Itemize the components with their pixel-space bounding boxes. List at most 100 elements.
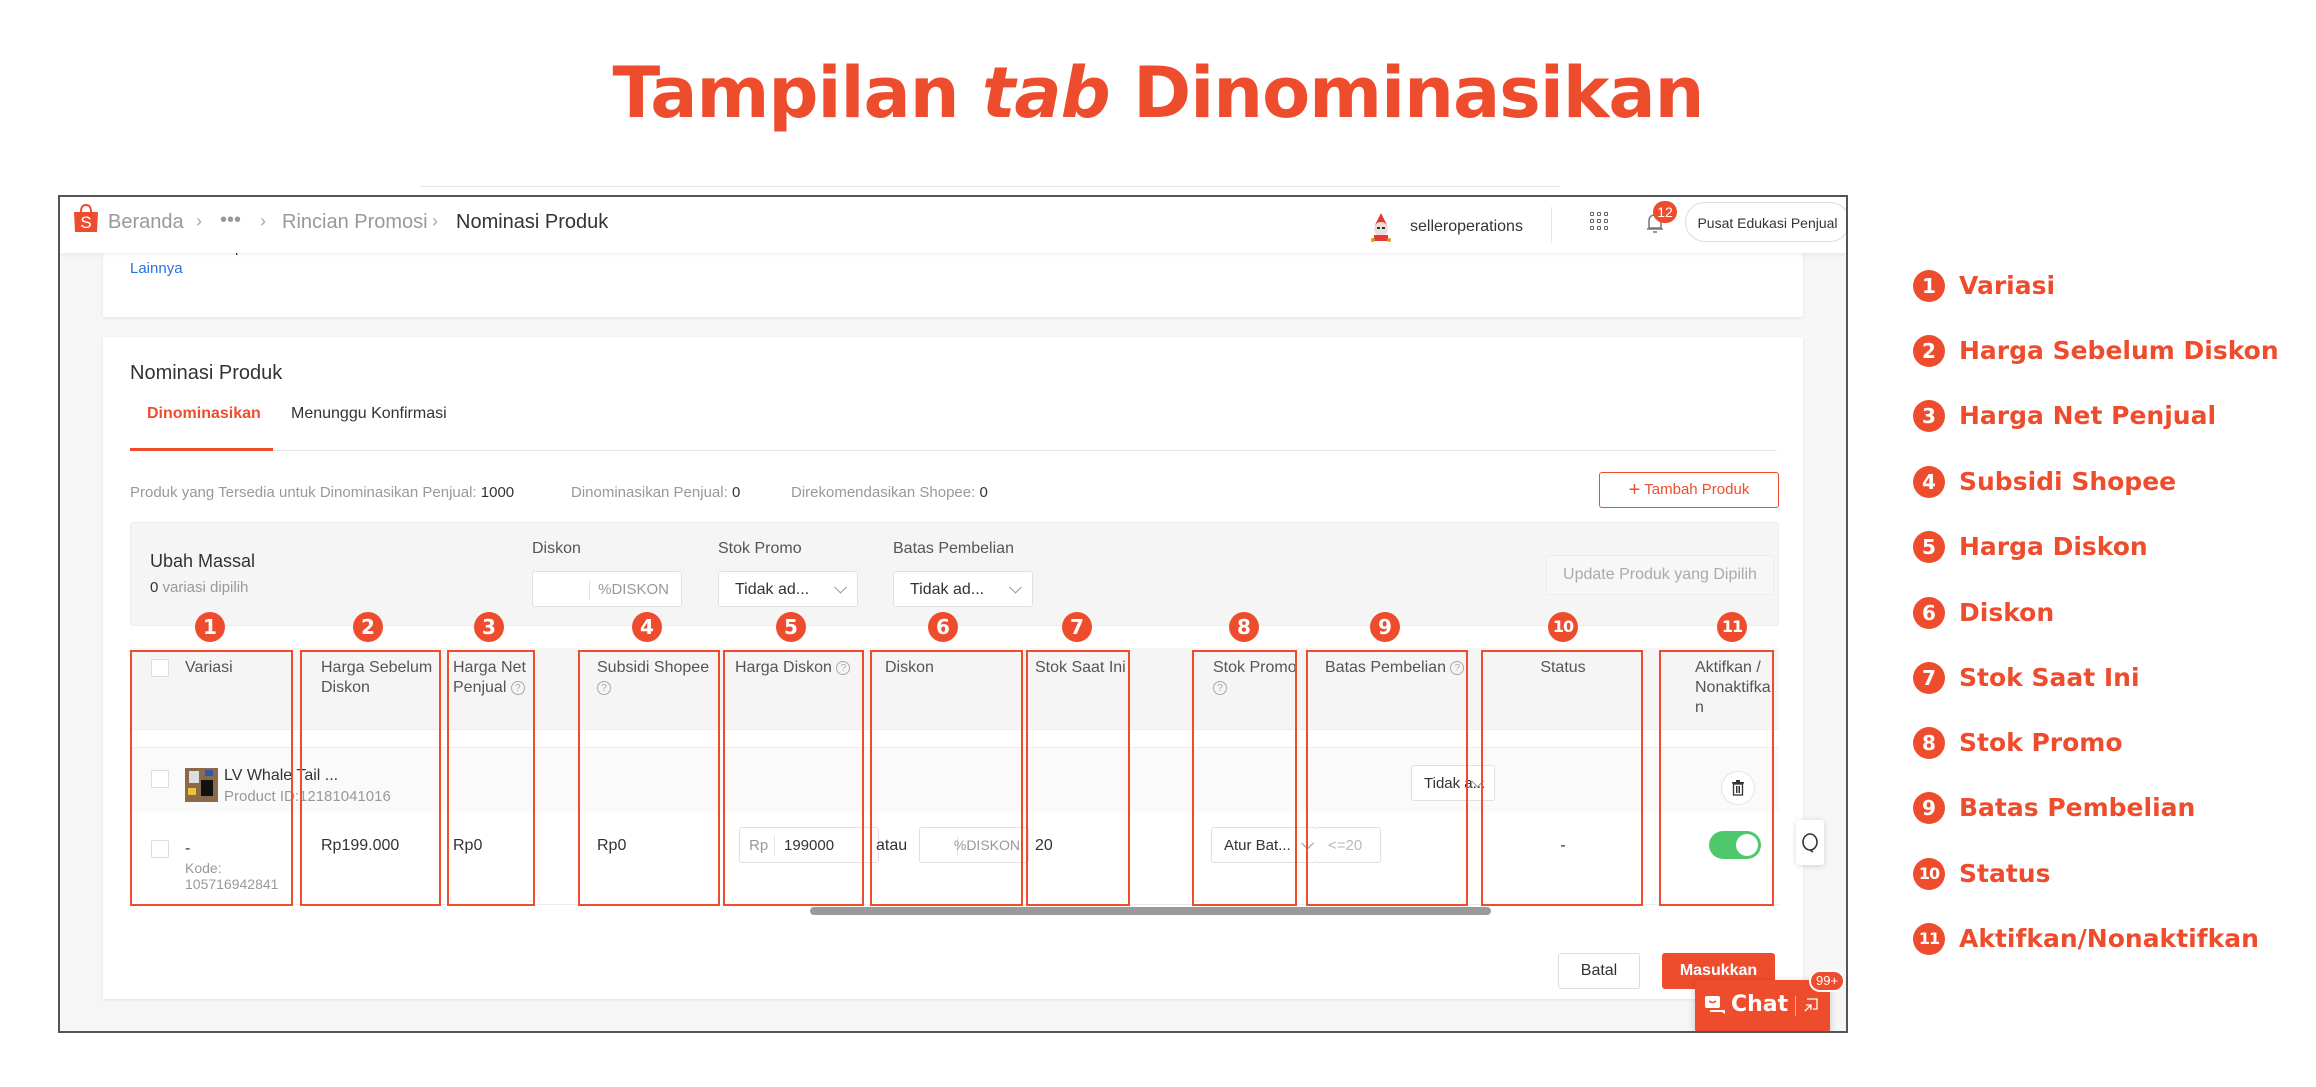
stat-available: Produk yang Tersedia untuk Dinominasikan… <box>130 484 515 501</box>
price-before-discount: Rp199.000 <box>321 837 400 854</box>
customer-service-button[interactable] <box>1796 820 1824 865</box>
shopee-logo-icon[interactable]: S <box>72 203 100 233</box>
product-name[interactable]: LV Whale Tail ... <box>224 767 338 785</box>
chat-label: Chat <box>1731 992 1789 1017</box>
col-status: Status <box>1540 659 1586 676</box>
plus-icon: + <box>1628 479 1641 501</box>
avatar-icon[interactable] <box>1365 211 1397 243</box>
chat-divider <box>1795 996 1796 1016</box>
breadcrumb-separator-icon: › <box>196 211 202 231</box>
seller-education-button[interactable]: Pusat Edukasi Penjual <box>1685 202 1846 242</box>
page-gutter <box>1815 253 1846 1031</box>
notification-badge: 12 <box>1653 201 1677 223</box>
annotation-marker-6: 6 <box>928 612 958 642</box>
product-checkbox[interactable] <box>151 770 169 788</box>
col-batas-pembelian: Batas Pembelian ? <box>1325 658 1485 678</box>
col-variasi: Variasi <box>185 659 233 676</box>
breadcrumb-separator-icon: › <box>260 211 266 231</box>
col-stok-saat-ini: Stok Saat Ini <box>1035 659 1126 676</box>
chevron-down-icon <box>1301 836 1314 850</box>
bulk-purchase-limit-select[interactable]: Tidak ad... <box>893 571 1033 607</box>
col-subsidi-shopee: Subsidi Shopee? <box>597 659 710 695</box>
header-divider <box>1551 207 1552 243</box>
currency-prefix: Rp <box>749 837 769 854</box>
variant-code-label: Kode: <box>185 860 222 876</box>
breadcrumb-home[interactable]: Beranda <box>108 211 184 234</box>
row-divider <box>130 904 1779 905</box>
current-stock: 20 <box>1035 837 1053 854</box>
more-link[interactable]: Lainnya <box>130 260 183 277</box>
product-thumbnail[interactable] <box>185 768 218 802</box>
bulk-edit-title: Ubah Massal <box>150 551 256 571</box>
variant-name: - <box>185 840 191 857</box>
annotation-marker-8: 8 <box>1229 612 1259 642</box>
net-seller-price: Rp0 <box>453 837 483 854</box>
stat-recommended: Direkomendasikan Shopee: 0 <box>791 484 988 501</box>
annotation-marker-10: 10 <box>1548 612 1578 642</box>
product-purchase-limit-select[interactable]: Tidak a... <box>1411 765 1495 801</box>
help-icon[interactable]: ? <box>836 660 851 675</box>
product-id: Product ID:12181041016 <box>224 788 391 805</box>
help-icon[interactable]: ? <box>510 680 525 695</box>
bulk-discount-placeholder: %DISKON <box>598 581 669 598</box>
input-divider <box>589 580 590 600</box>
horizontal-scrollbar[interactable] <box>810 907 1491 915</box>
nomination-card: Nominasi Produk Dinominasikan Menunggu K… <box>103 337 1803 999</box>
breadcrumb-ellipsis[interactable]: ••• <box>220 209 241 232</box>
chat-icon <box>1705 996 1725 1014</box>
slide-title: Tampilan tab Dinominasikan <box>612 52 1705 134</box>
annotation-marker-3: 3 <box>474 612 504 642</box>
annotation-marker-4: 4 <box>632 612 662 642</box>
discount-percent-placeholder: %DISKON <box>953 837 1020 853</box>
bulk-edit-panel: Ubah Massal 0 variasi dipilih Diskon %DI… <box>130 522 1779 626</box>
discount-price-value: 199000 <box>784 837 835 854</box>
variant-checkbox[interactable] <box>151 840 169 858</box>
tab-menunggu-konfirmasi[interactable]: Menunggu Konfirmasi <box>291 405 447 423</box>
breadcrumb-separator-icon: › <box>432 211 438 231</box>
annotation-marker-1: 1 <box>195 612 225 642</box>
bulk-promo-stock-select[interactable]: Tidak ad... <box>718 571 858 607</box>
help-icon[interactable]: ? <box>1213 680 1227 695</box>
col-diskon: Diskon <box>885 659 934 676</box>
chevron-down-icon <box>1009 580 1022 594</box>
update-selected-button[interactable]: Update Produk yang Dipilih <box>1546 555 1774 595</box>
bulk-discount-label: Diskon <box>532 540 581 557</box>
help-icon[interactable]: ? <box>1450 660 1465 675</box>
breadcrumb-promo-detail[interactable]: Rincian Promosi <box>282 211 428 234</box>
annotation-marker-9: 9 <box>1370 612 1400 642</box>
chat-unread-badge: 99+ <box>1809 970 1846 992</box>
variant-status: - <box>1560 837 1566 854</box>
apps-grid-icon[interactable] <box>1590 212 1608 230</box>
col-harga-sebelum-diskon: Harga Sebelum Diskon <box>321 659 433 696</box>
select-all-checkbox[interactable] <box>151 659 169 677</box>
add-product-button[interactable]: + Tambah Produk <box>1599 472 1779 508</box>
annotation-marker-7: 7 <box>1062 612 1092 642</box>
col-harga-net-penjual: Harga Net Penjual ? <box>453 659 526 696</box>
delete-product-button[interactable] <box>1721 771 1755 805</box>
expand-icon[interactable] <box>1803 997 1819 1013</box>
help-icon[interactable]: ? <box>597 680 611 695</box>
tab-dinominasikan[interactable]: Dinominasikan <box>147 405 261 423</box>
col-aktifkan: Aktifkan / Nonaktifkan <box>1695 659 1771 716</box>
col-harga-diskon: Harga Diskon ? <box>735 658 875 678</box>
cancel-button[interactable]: Batal <box>1558 953 1640 989</box>
annotation-marker-2: 2 <box>353 612 383 642</box>
chat-button[interactable]: Chat <box>1695 980 1830 1031</box>
input-divider <box>774 836 775 856</box>
discount-price-input[interactable]: Rp 199000 <box>739 827 879 863</box>
enable-toggle[interactable] <box>1709 831 1761 859</box>
discount-percent-input[interactable]: %DISKON <box>919 827 1029 863</box>
username[interactable]: selleroperations <box>1410 218 1523 236</box>
section-title: Nominasi Produk <box>130 362 283 384</box>
promo-stock-input[interactable]: <=20 <box>1316 827 1381 863</box>
breadcrumb-current: Nominasi Produk <box>456 211 609 233</box>
active-tab-indicator <box>130 448 273 451</box>
annotation-marker-5: 5 <box>776 612 806 642</box>
row-divider <box>130 729 1779 730</box>
promo-stock-select[interactable]: Atur Bat... <box>1211 827 1317 863</box>
trash-icon <box>1732 780 1744 796</box>
bulk-discount-input[interactable]: %DISKON <box>532 571 682 607</box>
annotation-marker-11: 11 <box>1717 612 1747 642</box>
tab-divider <box>130 450 1777 451</box>
headset-icon <box>1802 833 1818 853</box>
